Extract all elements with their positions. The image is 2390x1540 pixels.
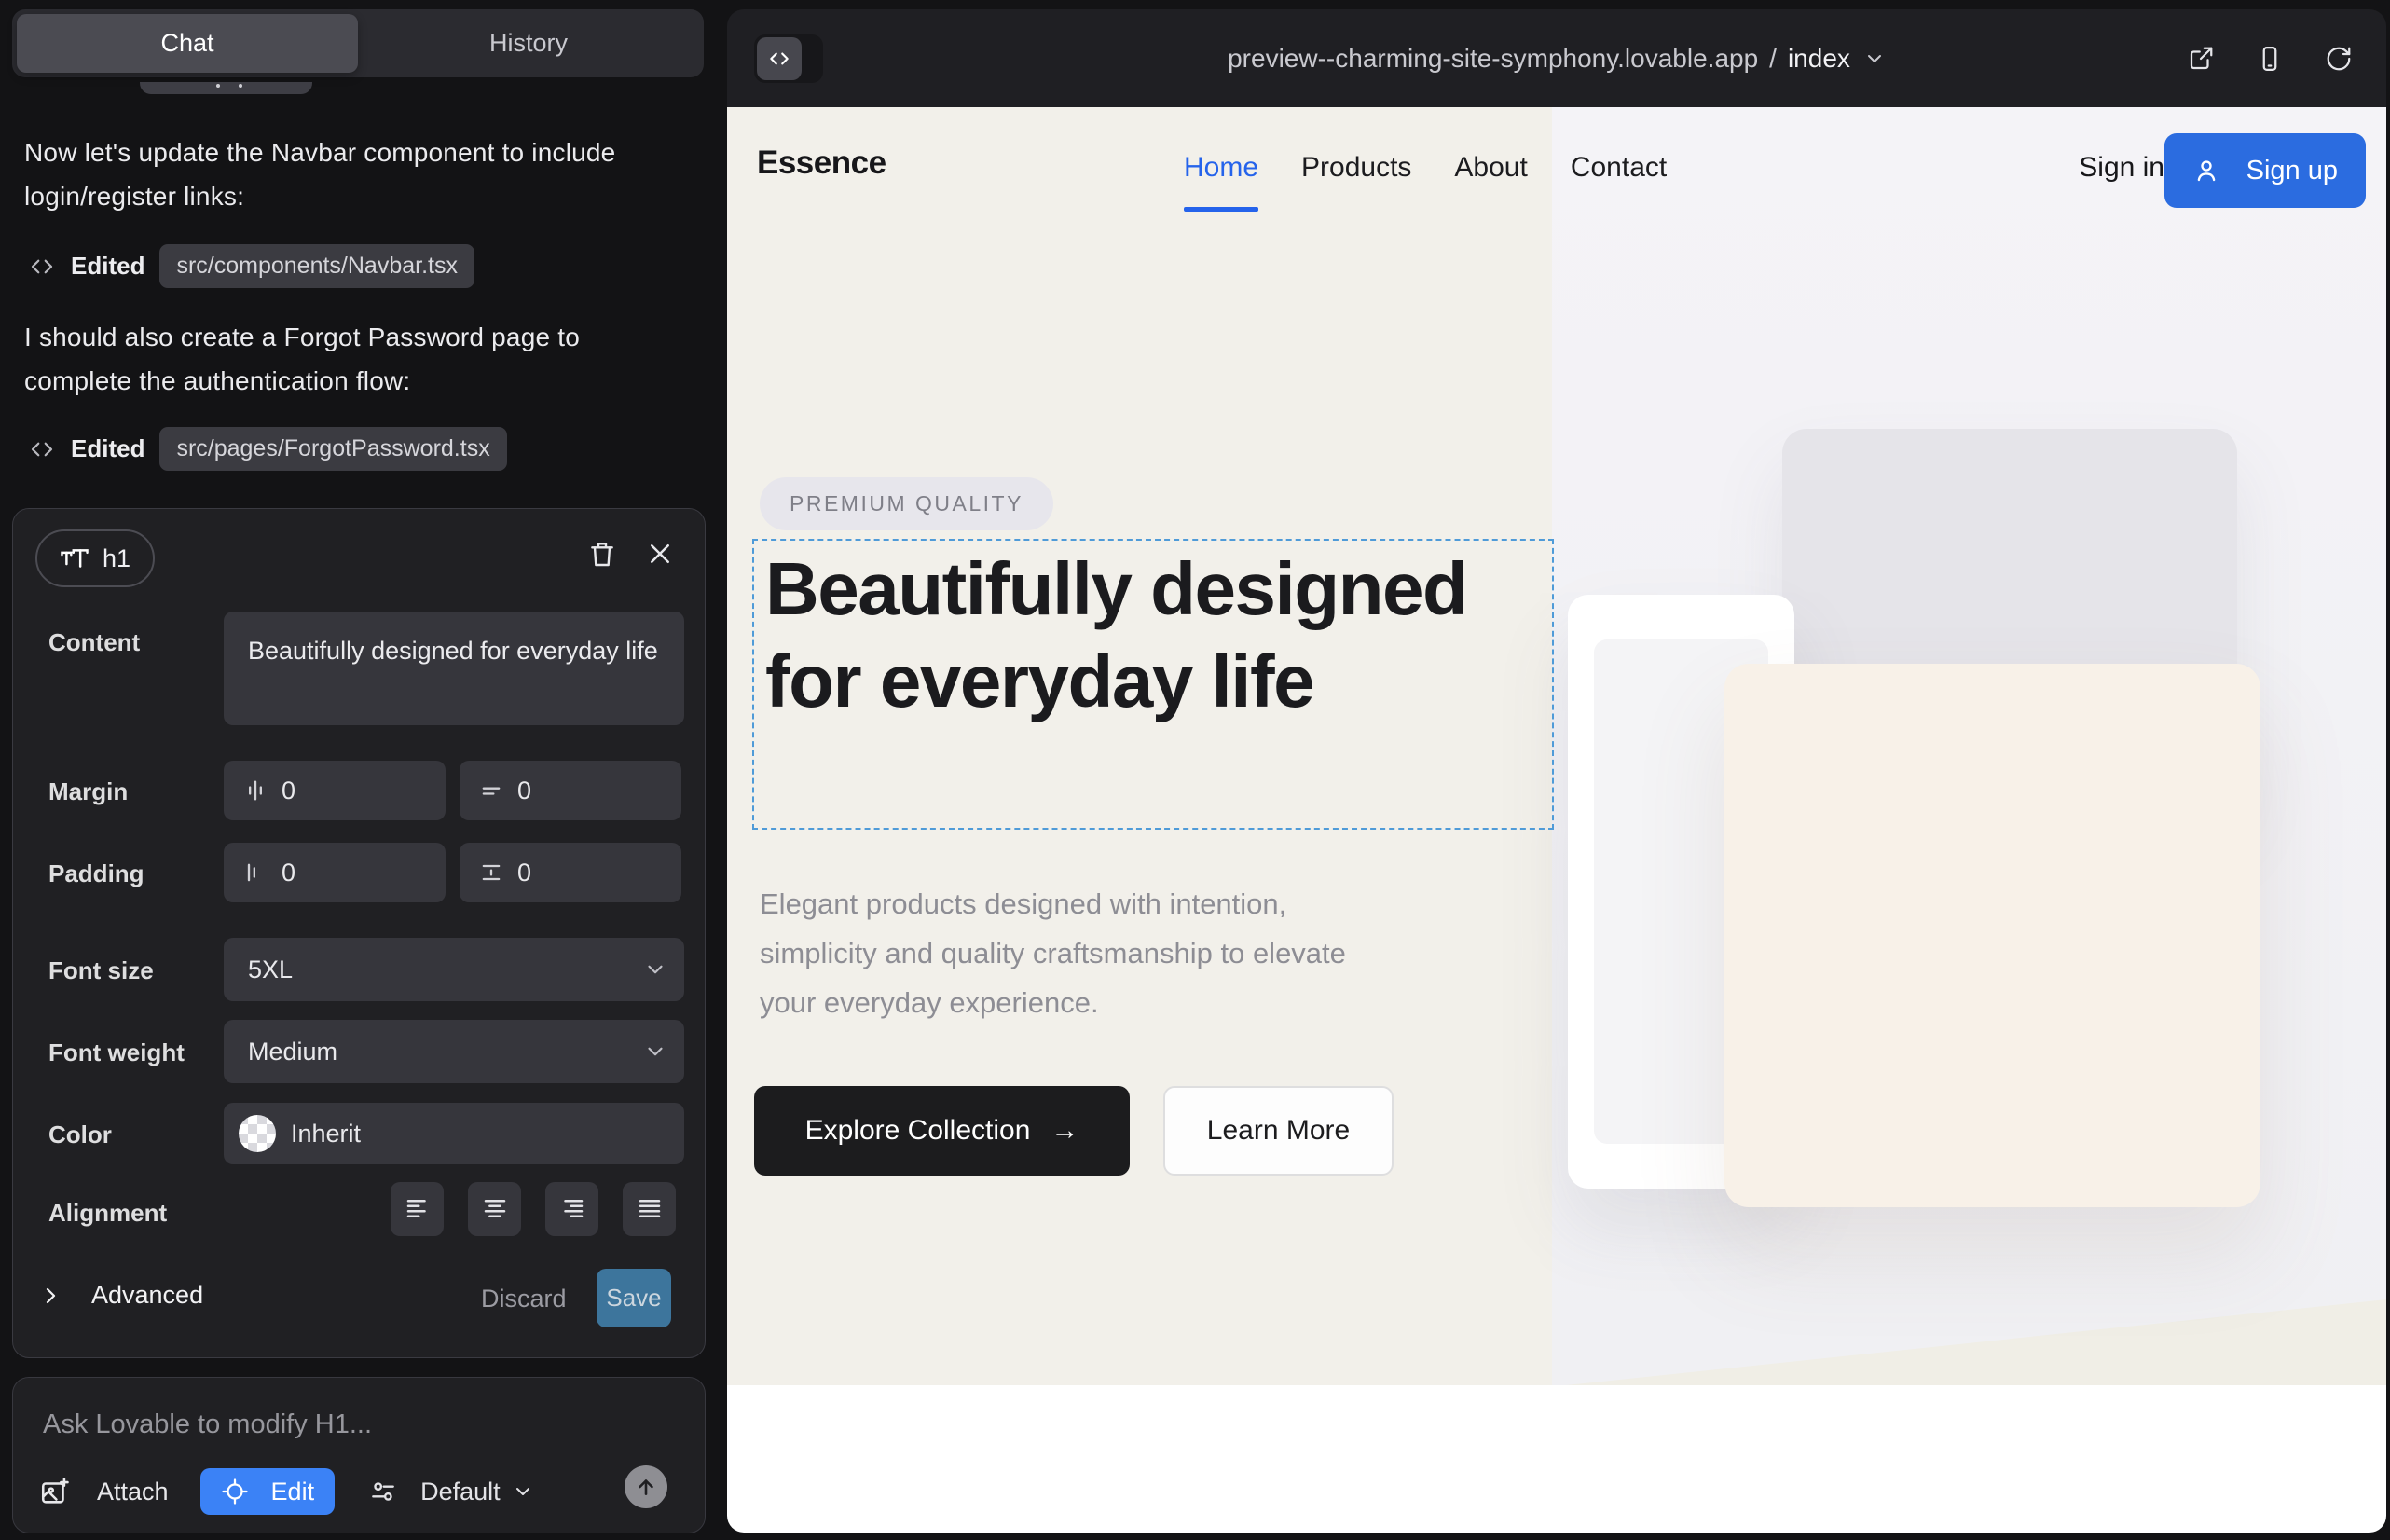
nav-link-contact[interactable]: Contact (1571, 152, 1667, 184)
delete-element-button[interactable] (582, 533, 623, 574)
site-preview: Essence Home Products About Contact Sign… (727, 107, 2386, 1533)
send-button[interactable] (625, 1465, 667, 1508)
edited-file-row[interactable]: Edited src/pages/ForgotPassword.tsx (28, 427, 507, 471)
site-logo[interactable]: Essence (757, 144, 886, 182)
code-icon (28, 253, 56, 281)
url-breadcrumb[interactable]: preview--charming-site-symphony.lovable.… (727, 9, 2386, 107)
element-editor-panel: h1 Content Beautifully designed for ever… (12, 508, 706, 1358)
edited-label: Edited (71, 252, 144, 281)
edited-label: Edited (71, 434, 144, 463)
selected-element-outline[interactable]: Beautifully designed for everyday life (752, 539, 1554, 830)
chevron-down-icon (1863, 48, 1886, 70)
nav-link-about[interactable]: About (1454, 152, 1527, 184)
align-center-button[interactable] (468, 1182, 521, 1236)
chat-history-tabs: Chat History (12, 9, 704, 77)
font-weight-select[interactable]: Medium (224, 1020, 684, 1083)
chat-message: Now let's update the Navbar component to… (24, 131, 686, 218)
close-editor-button[interactable] (639, 533, 680, 574)
type-icon (60, 545, 89, 571)
hero-paragraph: Elegant products designed with intention… (760, 879, 1375, 1027)
align-justify-button[interactable] (623, 1182, 676, 1236)
premium-quality-badge: PREMIUM QUALITY (760, 477, 1053, 530)
attach-button[interactable]: Attach (39, 1476, 169, 1507)
padding-label: Padding (48, 859, 144, 888)
margin-label: Margin (48, 777, 128, 806)
chat-composer: Ask Lovable to modify H1... Attach Edit … (12, 1377, 706, 1533)
content-input[interactable]: Beautifully designed for everyday life (224, 612, 684, 725)
font-size-select[interactable]: 5XL (224, 938, 684, 1001)
align-left-button[interactable] (391, 1182, 444, 1236)
url-domain: preview--charming-site-symphony.lovable.… (1228, 44, 1758, 74)
hero-diagonal-wedge (1566, 1299, 2386, 1385)
element-tag-label: h1 (103, 544, 130, 573)
signup-button[interactable]: Sign up (2164, 133, 2366, 208)
learn-more-button[interactable]: Learn More (1163, 1086, 1394, 1176)
nav-link-products[interactable]: Products (1301, 152, 1411, 184)
file-path-chip[interactable]: src/components/Navbar.tsx (159, 244, 474, 288)
mobile-view-button[interactable] (2256, 45, 2284, 73)
hero-card-cream (1724, 664, 2260, 1207)
url-separator: / (1769, 44, 1777, 74)
mode-select[interactable]: Default (368, 1477, 534, 1506)
file-path-chip[interactable]: src/pages/ForgotPassword.tsx (159, 427, 506, 471)
hero-heading[interactable]: Beautifully designed for everyday life (765, 543, 1530, 727)
open-external-button[interactable] (2187, 45, 2215, 73)
transparent-swatch-icon (239, 1115, 276, 1152)
preview-toolbar: preview--charming-site-symphony.lovable.… (727, 9, 2386, 107)
edit-mode-button[interactable]: Edit (200, 1468, 336, 1515)
hero-section: Essence Home Products About Contact Sign… (727, 107, 2386, 1385)
url-page: index (1788, 44, 1850, 74)
discard-button[interactable]: Discard (481, 1285, 567, 1313)
signin-link[interactable]: Sign in (2079, 152, 2164, 184)
align-right-button[interactable] (545, 1182, 598, 1236)
scrolled-chip-fragment (140, 82, 312, 94)
advanced-toggle[interactable]: Advanced (39, 1281, 203, 1310)
color-select[interactable]: Inherit (224, 1103, 684, 1164)
edited-file-row[interactable]: Edited src/components/Navbar.tsx (28, 244, 474, 288)
code-icon (28, 435, 56, 463)
lovable-app: Chat History Now let's update the Navbar… (0, 0, 2390, 1540)
chevron-down-icon (643, 1039, 667, 1064)
margin-horizontal-icon (242, 777, 268, 804)
preview-pane: preview--charming-site-symphony.lovable.… (727, 9, 2386, 1533)
content-label: Content (48, 628, 140, 657)
font-size-label: Font size (48, 956, 154, 985)
margin-vertical-input[interactable]: 0 (460, 761, 681, 820)
tab-history[interactable]: History (358, 14, 699, 73)
color-label: Color (48, 1121, 112, 1149)
padding-horizontal-input[interactable]: 0 (224, 843, 446, 902)
tab-chat[interactable]: Chat (17, 14, 358, 73)
padding-horizontal-icon (242, 859, 268, 886)
alignment-label: Alignment (48, 1199, 167, 1228)
site-navbar: Essence Home Products About Contact Sign… (727, 107, 2386, 238)
selected-element-badge[interactable]: h1 (35, 529, 155, 587)
composer-input[interactable]: Ask Lovable to modify H1... (43, 1409, 372, 1440)
arrow-right-icon: → (1051, 1115, 1078, 1147)
chevron-down-icon (643, 957, 667, 982)
save-button[interactable]: Save (597, 1269, 671, 1327)
refresh-button[interactable] (2325, 45, 2353, 73)
padding-vertical-icon (478, 859, 504, 886)
margin-horizontal-input[interactable]: 0 (224, 761, 446, 820)
padding-vertical-input[interactable]: 0 (460, 843, 681, 902)
chat-message: I should also create a Forgot Password p… (24, 315, 686, 403)
font-weight-label: Font weight (48, 1038, 185, 1067)
nav-link-home[interactable]: Home (1184, 152, 1258, 184)
explore-collection-button[interactable]: Explore Collection → (754, 1086, 1130, 1176)
margin-vertical-icon (478, 777, 504, 804)
